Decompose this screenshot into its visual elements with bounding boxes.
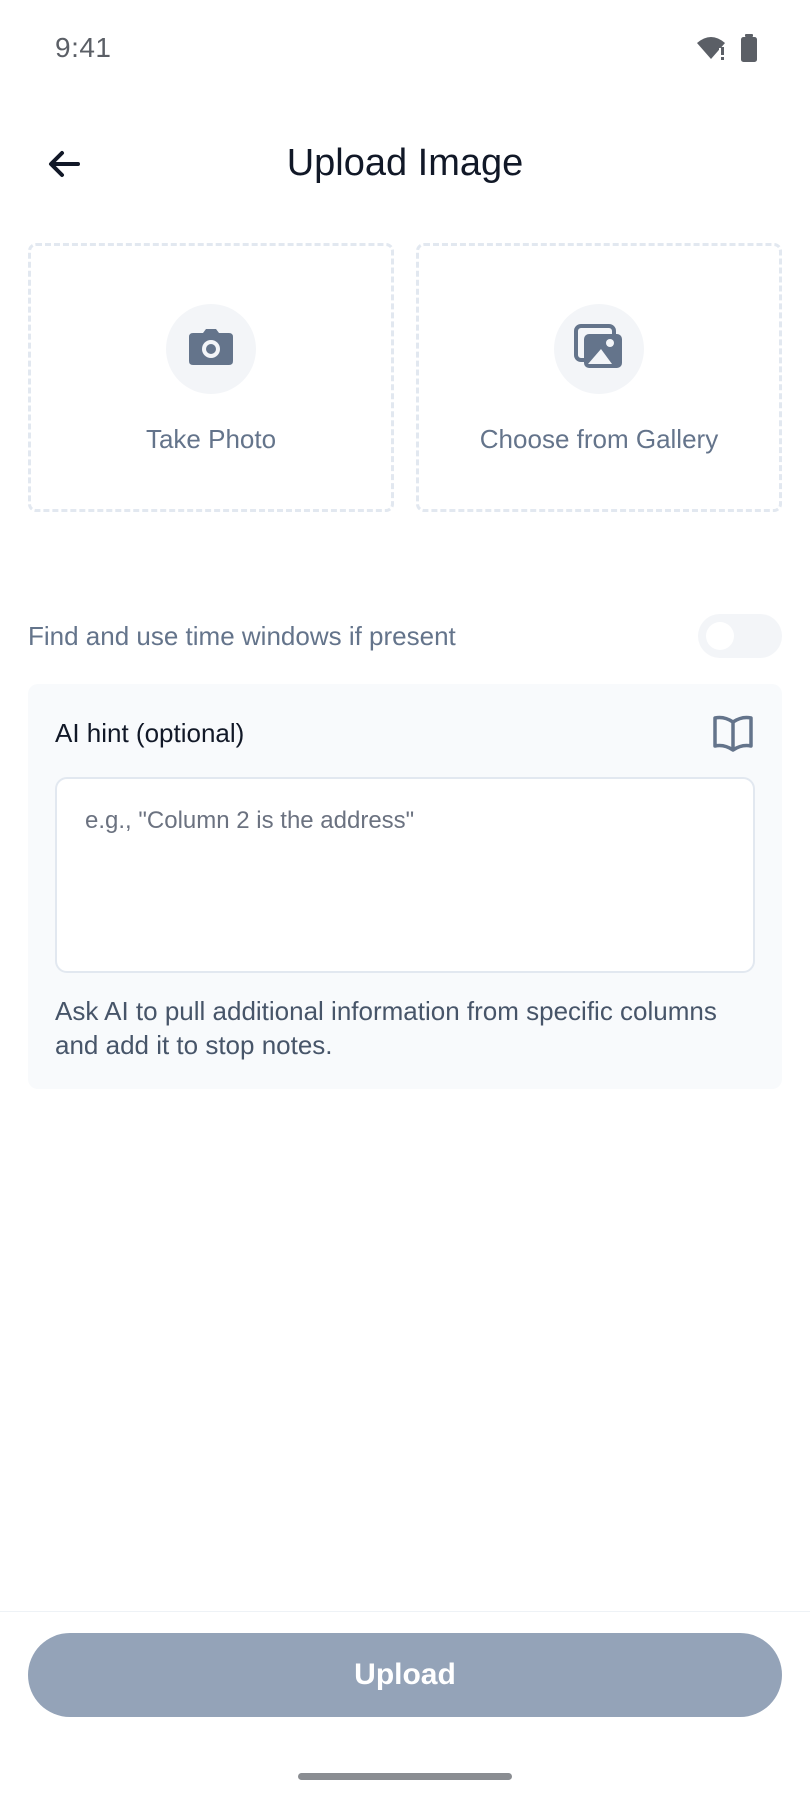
- take-photo-icon-circle: [166, 304, 256, 394]
- take-photo-card[interactable]: Take Photo: [28, 243, 394, 512]
- take-photo-label: Take Photo: [145, 424, 277, 454]
- status-time: 9:41: [55, 32, 112, 63]
- ai-hint-help-text: Ask AI to pull additional information fr…: [55, 996, 717, 1060]
- battery-icon: [740, 34, 758, 67]
- app-header: Upload Image: [0, 120, 810, 210]
- book-icon: [712, 714, 754, 757]
- status-bar: 9:41: [0, 0, 810, 100]
- camera-icon: [189, 328, 233, 370]
- image-source-options: Take Photo Choose from Gallery: [28, 243, 782, 512]
- ai-hint-card: AI hint (optional) Ask AI to pull additi…: [28, 684, 782, 1089]
- footer-divider: [0, 1611, 810, 1612]
- wifi-icon: [696, 35, 726, 66]
- ai-hint-input[interactable]: [55, 777, 755, 973]
- ai-hint-title: AI hint (optional): [55, 718, 245, 748]
- home-indicator[interactable]: [298, 1773, 512, 1780]
- status-icons: [696, 34, 758, 67]
- time-windows-row: Find and use time windows if present: [28, 613, 782, 659]
- time-windows-toggle[interactable]: [698, 614, 782, 658]
- gallery-icon: [574, 323, 624, 375]
- time-windows-label: Find and use time windows if present: [28, 621, 456, 651]
- upload-button[interactable]: Upload: [28, 1633, 782, 1717]
- page-title: Upload Image: [286, 142, 524, 184]
- ai-hint-help-button[interactable]: [710, 714, 756, 756]
- choose-gallery-card[interactable]: Choose from Gallery: [416, 243, 782, 512]
- choose-gallery-label: Choose from Gallery: [479, 424, 719, 454]
- gallery-icon-circle: [554, 304, 644, 394]
- toggle-knob: [706, 622, 734, 650]
